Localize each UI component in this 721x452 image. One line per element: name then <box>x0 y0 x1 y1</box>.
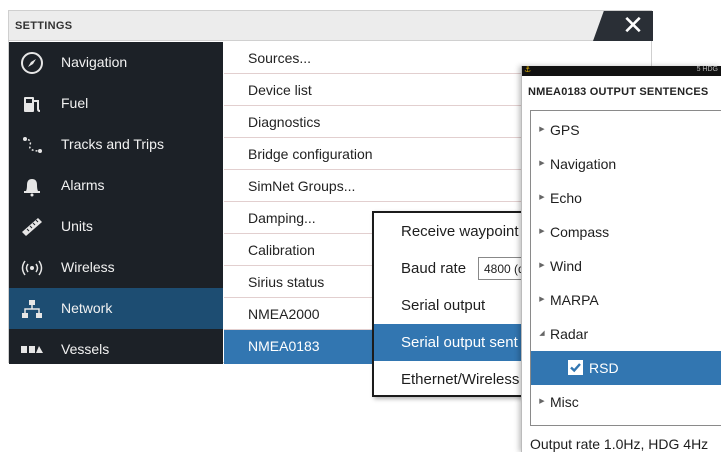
checkmark-icon <box>570 363 581 373</box>
tree-item-rsd[interactable]: RSD <box>531 351 721 385</box>
tree-item-wind[interactable]: ▶ Wind <box>531 249 721 283</box>
menu-item-receive-waypoint[interactable]: Receive waypoint <box>374 213 530 250</box>
vessels-icon <box>19 337 45 363</box>
expand-arrow-icon[interactable]: ▶ <box>537 159 547 169</box>
menu-item-label: Baud rate <box>401 260 467 277</box>
compass-icon <box>19 50 45 76</box>
menu-item-label: Receive waypoint <box>401 223 519 240</box>
network-icon <box>19 296 45 322</box>
rsd-checkbox[interactable] <box>568 360 583 375</box>
menu-item-label: Serial output <box>401 297 486 314</box>
sidebar-item-units[interactable]: Units <box>9 206 223 247</box>
menu-item-label: Ethernet/Wireless <box>401 371 520 388</box>
status-clock: 5 HDG <box>696 66 718 73</box>
menu-item-ethernet-wireless[interactable]: Ethernet/Wireless <box>374 361 530 395</box>
list-item-label: Damping... <box>248 210 316 226</box>
menu-item-baud-rate[interactable]: Baud rate 4800 (d <box>374 250 530 287</box>
sidebar: Navigation Fuel Tracks and Trips Alarms … <box>9 42 223 364</box>
settings-header: SETTINGS ✕ <box>9 11 653 41</box>
sidebar-item-alarms[interactable]: Alarms <box>9 165 223 206</box>
list-item-label: SimNet Groups... <box>248 178 356 194</box>
sidebar-item-label: Vessels <box>61 341 110 357</box>
tree-item-label: Echo <box>550 190 582 206</box>
list-item-label: Bridge configuration <box>248 146 373 162</box>
sidebar-item-label: Alarms <box>61 177 105 193</box>
expand-arrow-icon[interactable]: ▶ <box>537 193 547 203</box>
sidebar-item-label: Network <box>61 300 113 316</box>
list-item-label: NMEA2000 <box>248 306 320 322</box>
nmea0183-menu: Receive waypoint Baud rate 4800 (d Seria… <box>372 211 532 397</box>
tree-item-compass[interactable]: ▶ Compass <box>531 215 721 249</box>
menu-item-label: Serial output sent <box>401 334 518 351</box>
output-sentences-panel: ⚓ 5 HDG NMEA0183 OUTPUT SENTENCES ▶ GPS ▶… <box>521 66 721 452</box>
ruler-icon <box>19 214 45 240</box>
sentence-tree: ▶ GPS ▶ Navigation ▶ Echo ▶ Compass ▶ Wind ▶ M… <box>530 110 721 426</box>
anchor-icon: ⚓ <box>524 66 532 74</box>
tree-item-label: Misc <box>550 394 579 410</box>
list-item-label: NMEA0183 <box>248 338 320 354</box>
settings-title: SETTINGS <box>15 20 73 32</box>
wireless-icon <box>19 255 45 281</box>
tree-item-label: RSD <box>589 360 619 376</box>
sidebar-item-wireless[interactable]: Wireless <box>9 247 223 288</box>
menu-item-serial-output-sentences[interactable]: Serial output sent <box>374 324 530 361</box>
expand-arrow-icon[interactable]: ▶ <box>537 295 547 305</box>
sidebar-item-network[interactable]: Network <box>9 288 223 329</box>
sidebar-item-label: Navigation <box>61 54 128 70</box>
tree-item-label: GPS <box>550 122 580 138</box>
list-item-label: Calibration <box>248 242 315 258</box>
tree-item-navigation[interactable]: ▶ Navigation <box>531 147 721 181</box>
sidebar-item-fuel[interactable]: Fuel <box>9 83 223 124</box>
fuel-pump-icon <box>19 91 45 117</box>
expand-arrow-icon[interactable]: ▶ <box>537 227 547 237</box>
sidebar-item-navigation[interactable]: Navigation <box>9 42 223 83</box>
track-icon <box>19 132 45 158</box>
sidebar-item-label: Tracks and Trips <box>61 136 164 152</box>
bell-icon <box>19 173 45 199</box>
expand-arrow-icon[interactable]: ▶ <box>537 397 547 407</box>
tree-item-label: Compass <box>550 224 610 240</box>
sidebar-item-tracks-and-trips[interactable]: Tracks and Trips <box>9 124 223 165</box>
panel-title: NMEA0183 OUTPUT SENTENCES <box>528 86 709 98</box>
sidebar-item-vessels[interactable]: Vessels <box>9 329 223 370</box>
sidebar-item-label: Wireless <box>61 259 115 275</box>
close-button[interactable]: ✕ <box>593 11 653 41</box>
tree-item-label: Wind <box>550 258 582 274</box>
tree-item-label: MARPA <box>550 292 599 308</box>
list-item-label: Device list <box>248 82 312 98</box>
expand-arrow-icon[interactable]: ▶ <box>537 261 547 271</box>
tree-item-gps[interactable]: ▶ GPS <box>531 113 721 147</box>
close-icon[interactable]: ✕ <box>615 11 651 41</box>
status-bar: ⚓ 5 HDG <box>522 66 721 76</box>
output-rate-text: Output rate 1.0Hz, HDG 4Hz <box>530 436 709 452</box>
tree-item-echo[interactable]: ▶ Echo <box>531 181 721 215</box>
list-item-label: Sirius status <box>248 274 325 290</box>
expand-arrow-icon[interactable]: ▶ <box>537 125 547 135</box>
menu-item-serial-output[interactable]: Serial output <box>374 287 530 324</box>
sidebar-item-label: Units <box>61 218 93 234</box>
collapse-arrow-icon[interactable]: ◢ <box>537 329 547 339</box>
tree-item-radar[interactable]: ◢ Radar <box>531 317 721 351</box>
tree-item-label: Navigation <box>550 156 617 172</box>
tree-item-misc[interactable]: ▶ Misc <box>531 385 721 419</box>
tree-item-label: Radar <box>550 326 589 342</box>
sidebar-item-label: Fuel <box>61 95 89 111</box>
list-item-label: Sources... <box>248 50 312 66</box>
list-item-label: Diagnostics <box>248 114 321 130</box>
tree-item-marpa[interactable]: ▶ MARPA <box>531 283 721 317</box>
